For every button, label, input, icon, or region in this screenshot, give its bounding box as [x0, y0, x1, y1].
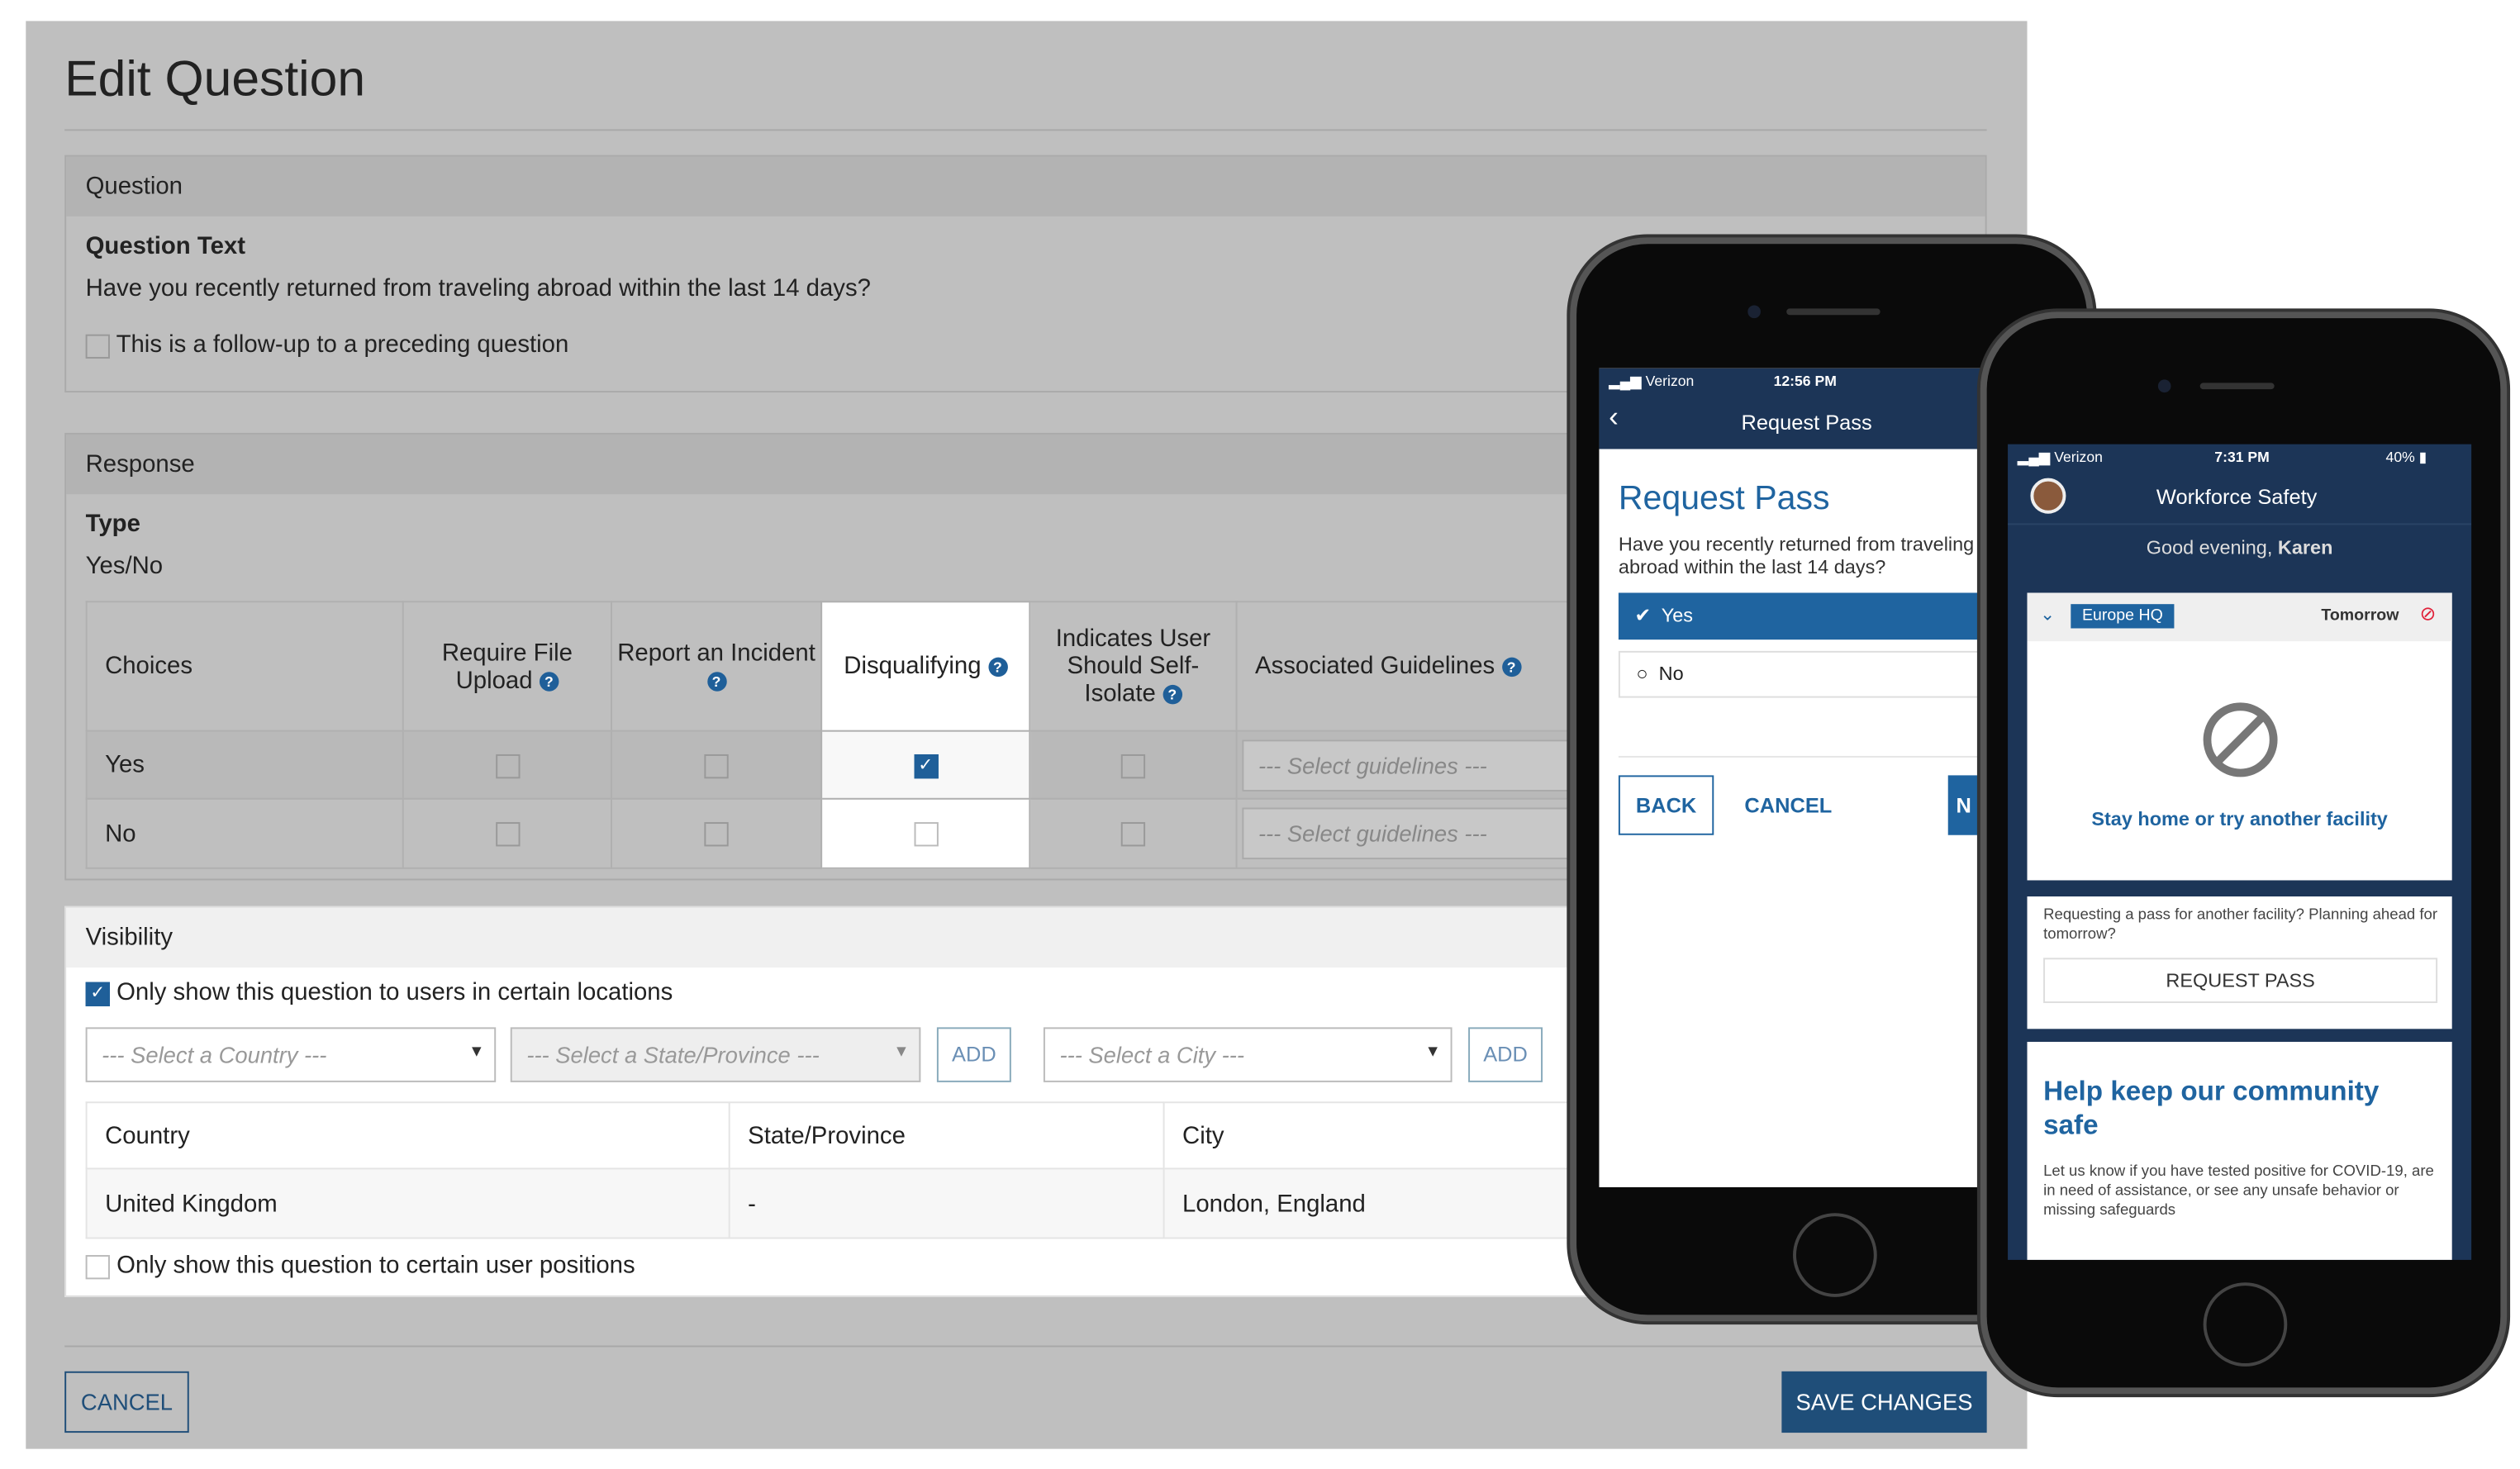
home-button[interactable] [1793, 1213, 1877, 1297]
followup-checkbox[interactable] [85, 333, 110, 359]
chevron-down-icon[interactable]: ⌄ [2040, 604, 2055, 625]
phone2-screen: ▂▄▆ Verizon 7:31 PM 40% ▮ Workforce Safe… [2008, 444, 2472, 1260]
status-carrier: ▂▄▆ Verizon [2017, 449, 2103, 466]
report-incident-checkbox[interactable] [704, 822, 729, 847]
caret-down-icon: ▼ [893, 1043, 910, 1062]
greeting: Good evening, Karen [2146, 536, 2333, 559]
day-label: Tomorrow [2321, 607, 2399, 625]
back-button[interactable]: BACK [1618, 775, 1714, 835]
disqualifying-checkbox[interactable]: ✓ [913, 754, 938, 778]
question-text[interactable]: Have you recently returned from travelin… [86, 274, 871, 302]
locations-label: Only show this question to users in cert… [116, 978, 673, 1006]
state-select[interactable]: --- Select a State/Province --- ▼ [510, 1027, 921, 1082]
phone1-cancel-button[interactable]: CANCEL [1744, 793, 1832, 817]
locations-option[interactable]: ✓ Only show this question to users in ce… [85, 978, 673, 1006]
save-changes-button[interactable]: SAVE CHANGES [1781, 1371, 1987, 1433]
col-disqualifying: Disqualifying ? [820, 601, 1031, 732]
camera-icon [2157, 379, 2171, 393]
report-incident-checkbox[interactable] [704, 754, 729, 778]
help-icon[interactable]: ? [987, 657, 1008, 677]
followup-option[interactable]: This is a follow-up to a preceding quest… [85, 330, 569, 359]
cancel-button[interactable]: CANCEL [64, 1371, 189, 1433]
status-carrier: ▂▄▆ Verizon [1609, 373, 1695, 390]
request-prompt: Requesting a pass for another facility? … [2043, 906, 2438, 944]
status-time: 7:31 PM [2214, 449, 2270, 466]
speaker-grille [1786, 308, 1880, 316]
caret-down-icon: ▼ [1424, 1043, 1441, 1062]
positions-checkbox[interactable] [85, 1254, 110, 1279]
self-isolate-checkbox[interactable] [1120, 822, 1146, 847]
col-choices: Choices [85, 601, 404, 732]
positions-label: Only show this question to certain user … [116, 1252, 635, 1280]
app-title: Workforce Safety [2156, 484, 2318, 509]
nav-title: Request Pass [1741, 410, 1872, 435]
caret-down-icon: ▼ [468, 1043, 485, 1062]
country-cell: United Kingdom [85, 1167, 730, 1239]
followup-label: This is a follow-up to a preceding quest… [116, 330, 569, 359]
back-chevron-icon[interactable]: ‹ [1609, 401, 1619, 435]
help-icon[interactable]: ? [539, 671, 559, 691]
col-country: Country [85, 1101, 730, 1170]
prohibited-icon: ⊘ [2419, 602, 2437, 625]
country-select[interactable]: --- Select a Country --- ▼ [85, 1027, 497, 1082]
camera-icon [1747, 305, 1761, 319]
positions-option[interactable]: Only show this question to certain user … [85, 1252, 635, 1280]
choice-label: No [85, 797, 404, 869]
col-state: State/Province [728, 1101, 1165, 1170]
status-message: Stay home or try another facility [2091, 807, 2388, 830]
type-label: Type [85, 510, 140, 539]
require-file-checkbox[interactable] [495, 754, 520, 778]
phone1-question: Have you recently returned from travelin… [1618, 533, 1975, 578]
col-self-isolate: Indicates User Should Self-Isolate ? [1029, 601, 1238, 732]
add-city-button[interactable]: ADD [1468, 1027, 1543, 1082]
facility-card: ⌄ Europe HQ Tomorrow ⊘ Stay home or try … [2027, 592, 2452, 881]
choice-label: Yes [85, 730, 404, 800]
question-header: Question [66, 156, 1985, 216]
disqualifying-checkbox[interactable] [913, 822, 938, 847]
col-require-file: Require File Upload ? [402, 601, 612, 732]
phone1-screen: ▂▄▆ Verizon 12:56 PM ‹ Request Pass Requ… [1599, 368, 1987, 1187]
help-icon[interactable]: ? [706, 671, 726, 691]
help-icon[interactable]: ? [1162, 684, 1182, 705]
help-card: Help keep our community safe Let us know… [2027, 1041, 2452, 1260]
phone-workforce-safety: ▂▄▆ Verizon 7:31 PM 40% ▮ Workforce Safe… [1980, 311, 2508, 1395]
status-battery: 40% ▮ [2385, 449, 2427, 466]
state-cell: - [728, 1167, 1165, 1239]
col-report-incident: Report an Incident ? [610, 601, 823, 732]
divider [64, 1345, 1987, 1348]
home-button[interactable] [2203, 1282, 2288, 1367]
request-pass-button[interactable]: REQUEST PASS [2043, 958, 2438, 1004]
request-card: Requesting a pass for another facility? … [2027, 896, 2452, 1029]
page-title: Edit Question [64, 50, 366, 107]
option-no[interactable]: ○ No [1618, 650, 1987, 698]
prohibited-large-icon [2203, 702, 2278, 777]
option-yes[interactable]: ✔ Yes [1618, 592, 1987, 640]
help-icon[interactable]: ? [1501, 657, 1521, 677]
avatar[interactable] [2030, 478, 2066, 514]
help-text: Let us know if you have tested positive … [2043, 1162, 2434, 1220]
request-pass-heading: Request Pass [1618, 479, 1830, 517]
status-time: 12:56 PM [1773, 373, 1837, 390]
question-text-label: Question Text [85, 232, 245, 260]
phone1-navbar: ▂▄▆ Verizon 12:56 PM ‹ Request Pass [1599, 368, 1987, 449]
type-value: Yes/No [85, 552, 164, 580]
city-select[interactable]: --- Select a City --- ▼ [1043, 1027, 1453, 1082]
location-badge[interactable]: Europe HQ [2071, 604, 2175, 629]
add-state-button[interactable]: ADD [936, 1027, 1011, 1082]
self-isolate-checkbox[interactable] [1120, 754, 1146, 778]
locations-checkbox[interactable]: ✓ [85, 981, 110, 1006]
divider [64, 129, 1987, 131]
require-file-checkbox[interactable] [495, 822, 520, 847]
help-title: Help keep our community safe [2043, 1076, 2380, 1141]
speaker-grille [2199, 383, 2275, 390]
